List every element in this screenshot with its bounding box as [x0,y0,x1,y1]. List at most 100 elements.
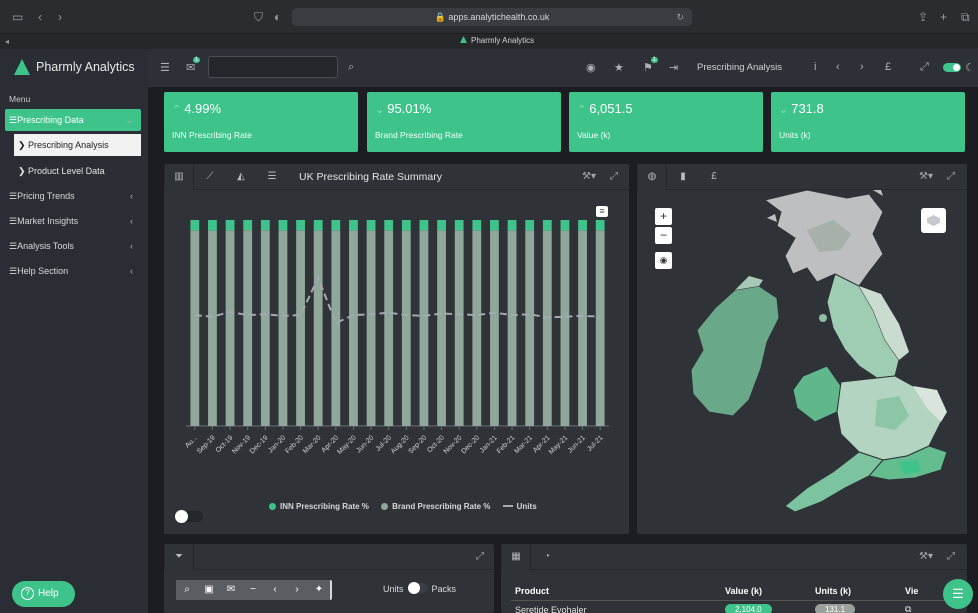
bar-brand[interactable] [454,230,464,426]
settings-fab-button[interactable]: ☰ [943,579,973,609]
sidebar-item-analysis-tools[interactable]: ☰Analysis Tools ‹ [5,235,141,257]
sidebar-item-prescribing-data[interactable]: ☰Prescribing Data ⌄ [5,109,141,131]
table-row[interactable]: Seretide Evohaler 2,104.0 131.1 ⧉ [511,601,967,613]
bar-inn[interactable] [472,220,482,231]
units-line[interactable] [194,275,601,325]
bar-inn[interactable] [260,220,270,231]
bar-inn[interactable] [349,220,358,231]
share-icon[interactable]: ⇪ [918,10,928,24]
bar-inn[interactable] [490,220,499,231]
column-header[interactable]: Units (k) [811,582,901,601]
bar-brand[interactable] [560,230,570,426]
table-tab-icon[interactable]: ▦ [501,544,531,570]
uk-map[interactable]: + − ◉ [637,190,967,528]
sidebar-item-product-level-data[interactable]: ❯ Product Level Data [14,160,141,182]
browser-tab[interactable]: Pharmly Analytics [460,36,534,45]
bar-brand[interactable] [507,230,517,426]
wrench-icon[interactable]: ⚒▾ [919,171,933,182]
bar-inn[interactable] [190,220,200,231]
theme-toggle[interactable] [943,63,961,72]
search-input[interactable] [208,56,338,78]
bar-inn[interactable] [296,220,305,231]
zoom-in-button[interactable]: + [655,208,672,225]
reload-icon[interactable]: ↻ [676,8,684,26]
filter-tab-icon[interactable]: ⏷ [164,544,194,570]
bar-brand[interactable] [384,230,394,426]
bar-chart-tab-icon[interactable]: ▥ [164,164,194,190]
bar-inn[interactable] [507,220,517,231]
sidebar-item-help-section[interactable]: ☰Help Section ‹ [5,260,141,282]
bar-inn[interactable] [384,220,394,231]
bar-inn[interactable] [331,220,341,231]
expand-icon[interactable]: ⤢ [610,171,618,182]
next-icon[interactable]: › [286,580,308,600]
bar-brand[interactable] [225,230,235,426]
bar-brand[interactable] [313,230,323,426]
menu-toggle-icon[interactable]: ☰ [160,61,170,74]
pound-tab-icon[interactable]: £ [699,164,729,190]
save-icon[interactable]: ▣ [198,580,220,600]
search-icon[interactable]: ⌕ [176,580,198,600]
bar-brand[interactable] [525,230,535,426]
locate-button[interactable]: ◉ [655,252,672,269]
forward-icon[interactable]: › [58,10,62,24]
legend-item-brand[interactable]: Brand Prescribing Rate % [381,502,490,511]
search-icon[interactable]: ⌕ [348,61,354,74]
layers-button[interactable] [921,208,946,233]
area-chart-tab-icon[interactable]: ◭ [226,164,256,190]
units-packs-switch[interactable]: Units Packs [383,582,456,594]
shield-icon[interactable]: ⛉ [254,10,263,25]
tabs-overview-icon[interactable]: ⧉ [961,10,970,25]
expand-icon[interactable]: ⤢ [947,171,955,182]
bar-brand[interactable] [542,230,552,426]
sidebar-item-prescribing-analysis[interactable]: ❯ Prescribing Analysis [14,134,141,156]
bar-brand[interactable] [349,230,358,426]
tab-back-icon[interactable]: ◂ [5,37,9,46]
next-icon[interactable]: › [860,61,864,73]
minus-icon[interactable]: − [242,580,264,600]
wrench-icon[interactable]: ⚒▾ [582,171,596,182]
brand[interactable]: Pharmly Analytics [0,49,148,87]
bar-inn[interactable] [578,220,587,231]
bar-brand[interactable] [208,230,217,426]
bar-inn[interactable] [366,220,376,231]
chart-menu-icon[interactable]: ≡ [596,206,608,217]
settings-sliders-tab-icon[interactable]: ☰ [257,164,287,190]
flag-icon[interactable]: ⚑ 1 [643,57,658,74]
pie-tab-icon[interactable]: ◔ [532,544,562,570]
prev-icon[interactable]: ‹ [264,580,286,600]
lightbulb-icon[interactable]: ✦ [308,580,330,600]
bar-brand[interactable] [437,230,446,426]
bar-brand[interactable] [243,230,253,426]
expand-icon[interactable]: ⤢ [476,551,484,562]
back-icon[interactable]: ‹ [38,10,42,24]
bar-inn[interactable] [437,220,446,231]
legend-item-inn[interactable]: INN Prescribing Rate % [269,502,369,511]
line-chart-tab-icon[interactable]: ⟋ [195,164,225,190]
bar-brand[interactable] [331,230,341,426]
bar-inn[interactable] [595,220,605,231]
bar-inn[interactable] [225,220,235,231]
expand-icon[interactable]: ⤢ [947,551,955,562]
bar-inn[interactable] [542,220,552,231]
bar-brand[interactable] [401,230,411,426]
bar-inn[interactable] [243,220,253,231]
logout-icon[interactable]: ⇥ [669,61,678,74]
address-bar[interactable]: 🔒 apps.analytichealth.co.uk ↻ [292,8,692,26]
mail-icon[interactable]: ✉ [220,580,242,600]
bottle-tab-icon[interactable]: ▮ [668,164,698,190]
chart-toggle[interactable] [175,510,203,523]
messages-icon[interactable]: ✉ 1 [186,57,201,74]
bar-brand[interactable] [490,230,499,426]
globe-tab-icon[interactable]: ◍ [637,164,667,190]
sidebar-toggle-icon[interactable]: ▭ [12,10,23,24]
column-header[interactable]: Product [511,582,721,601]
bar-brand[interactable] [260,230,270,426]
bar-brand[interactable] [190,230,200,426]
column-header[interactable]: Value (k) [721,582,811,601]
bar-inn[interactable] [525,220,535,231]
wrench-icon[interactable]: ⚒▾ [919,551,933,562]
bar-brand[interactable] [419,230,429,426]
units-packs-toggle[interactable] [407,582,428,594]
bar-inn[interactable] [313,220,323,231]
